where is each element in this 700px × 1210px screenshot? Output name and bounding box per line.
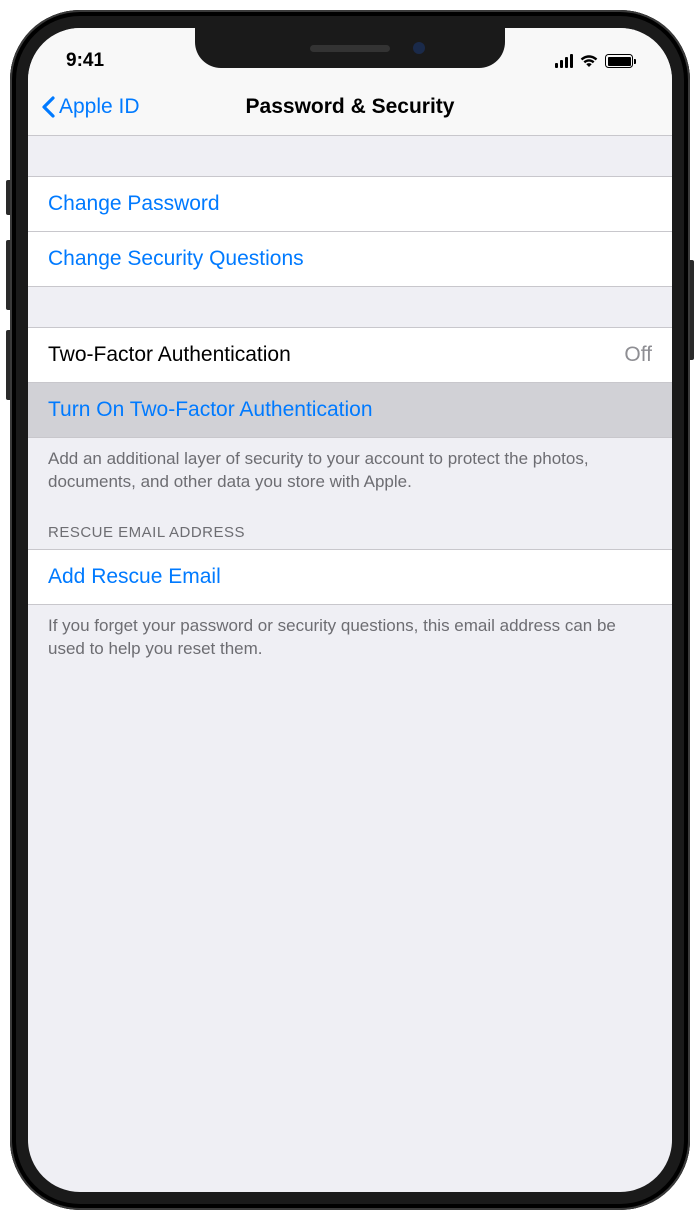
add-rescue-email-label: Add Rescue Email <box>48 565 221 589</box>
two-factor-status-row: Two-Factor Authentication Off <box>28 327 672 382</box>
battery-icon <box>605 54 636 68</box>
speaker <box>310 45 390 52</box>
rescue-email-footer: If you forget your password or security … <box>28 605 672 667</box>
notch <box>195 28 505 68</box>
nav-bar: Apple ID Password & Security <box>28 78 672 136</box>
volume-up-button <box>6 240 10 310</box>
two-factor-footer: Add an additional layer of security to y… <box>28 438 672 500</box>
two-factor-label: Two-Factor Authentication <box>48 343 291 367</box>
back-label: Apple ID <box>59 95 140 119</box>
change-security-questions-button[interactable]: Change Security Questions <box>28 231 672 287</box>
content: Change Password Change Security Question… <box>28 136 672 667</box>
chevron-left-icon <box>40 95 56 119</box>
phone-frame: 9:41 Apple ID Passwo <box>10 10 690 1210</box>
power-button <box>690 260 694 360</box>
status-time: 9:41 <box>58 50 104 72</box>
status-icons <box>555 54 643 68</box>
turn-on-two-factor-button[interactable]: Turn On Two-Factor Authentication <box>28 382 672 438</box>
change-password-button[interactable]: Change Password <box>28 176 672 231</box>
turn-on-two-factor-label: Turn On Two-Factor Authentication <box>48 398 373 422</box>
screen: 9:41 Apple ID Passwo <box>28 28 672 1192</box>
mute-switch <box>6 180 10 215</box>
cellular-signal-icon <box>555 54 574 68</box>
rescue-email-header: RESCUE EMAIL ADDRESS <box>28 500 672 549</box>
volume-down-button <box>6 330 10 400</box>
add-rescue-email-button[interactable]: Add Rescue Email <box>28 549 672 605</box>
page-title: Password & Security <box>246 95 455 119</box>
two-factor-status-value: Off <box>624 343 652 367</box>
section-gap <box>28 136 672 176</box>
back-button[interactable]: Apple ID <box>40 95 140 119</box>
wifi-icon <box>579 54 599 68</box>
change-security-questions-label: Change Security Questions <box>48 247 304 271</box>
front-camera <box>413 42 425 54</box>
change-password-label: Change Password <box>48 192 220 216</box>
section-gap <box>28 287 672 327</box>
